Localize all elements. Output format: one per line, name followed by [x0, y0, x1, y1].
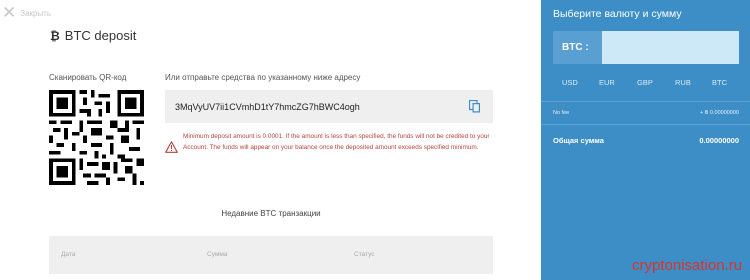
column-status: Статус: [354, 251, 375, 258]
column-date: Дата: [61, 251, 76, 258]
fee-label: No fee: [553, 110, 570, 116]
page-title: ₿ BTC deposit: [50, 28, 136, 43]
address-label: Или отправьте средства по указанному ниж…: [165, 73, 361, 82]
amount-input[interactable]: [602, 31, 739, 64]
divider: [541, 124, 750, 125]
total-label: Общая сумма: [553, 136, 604, 145]
currency-btc[interactable]: BTC: [712, 78, 727, 87]
currency-gbp[interactable]: GBP: [637, 78, 653, 87]
currency-panel: Выберите валюту и сумму BTC : USD EUR GB…: [541, 0, 750, 280]
copy-icon[interactable]: [469, 100, 481, 113]
close-button[interactable]: ✕ Закрыть: [2, 3, 52, 22]
amount-row: BTC :: [553, 31, 739, 64]
close-icon: ✕: [2, 3, 17, 22]
panel-title: Выберите валюту и сумму: [553, 8, 682, 20]
transactions-table-header: Дата Сумма Статус: [49, 236, 493, 274]
fee-value: + Ƀ 0.00000000: [700, 110, 739, 116]
deposit-address-field[interactable]: 3MqVyUV7ii1CVmhD1tY7hmcZG7hBWC4ogh: [165, 90, 493, 123]
warning-icon: [165, 141, 178, 153]
amount-currency-label: BTC :: [553, 31, 602, 64]
minimum-deposit-warning: Minimum deposit amount is 0.0001. If the…: [165, 131, 495, 153]
page-title-text: BTC deposit: [64, 28, 137, 43]
qr-code: [49, 90, 144, 185]
deposit-address[interactable]: 3MqVyUV7ii1CVmhD1tY7hmcZG7hBWC4ogh: [175, 102, 360, 112]
watermark: cryptonisation.ru: [632, 257, 743, 274]
qr-label: Сканировать QR-код: [49, 73, 127, 82]
currency-usd[interactable]: USD: [562, 78, 578, 87]
currency-eur[interactable]: EUR: [599, 78, 615, 87]
bitcoin-icon: ₿: [50, 28, 60, 43]
divider: [541, 101, 750, 102]
close-label: Закрыть: [20, 8, 52, 18]
warning-text: Minimum deposit amount is 0.0001. If the…: [183, 133, 490, 151]
currency-rub[interactable]: RUB: [675, 78, 691, 87]
total-value: 0.00000000: [699, 136, 739, 145]
column-amount: Сумма: [207, 251, 228, 258]
recent-transactions-title: Недавние BTC транзакции: [221, 209, 321, 218]
